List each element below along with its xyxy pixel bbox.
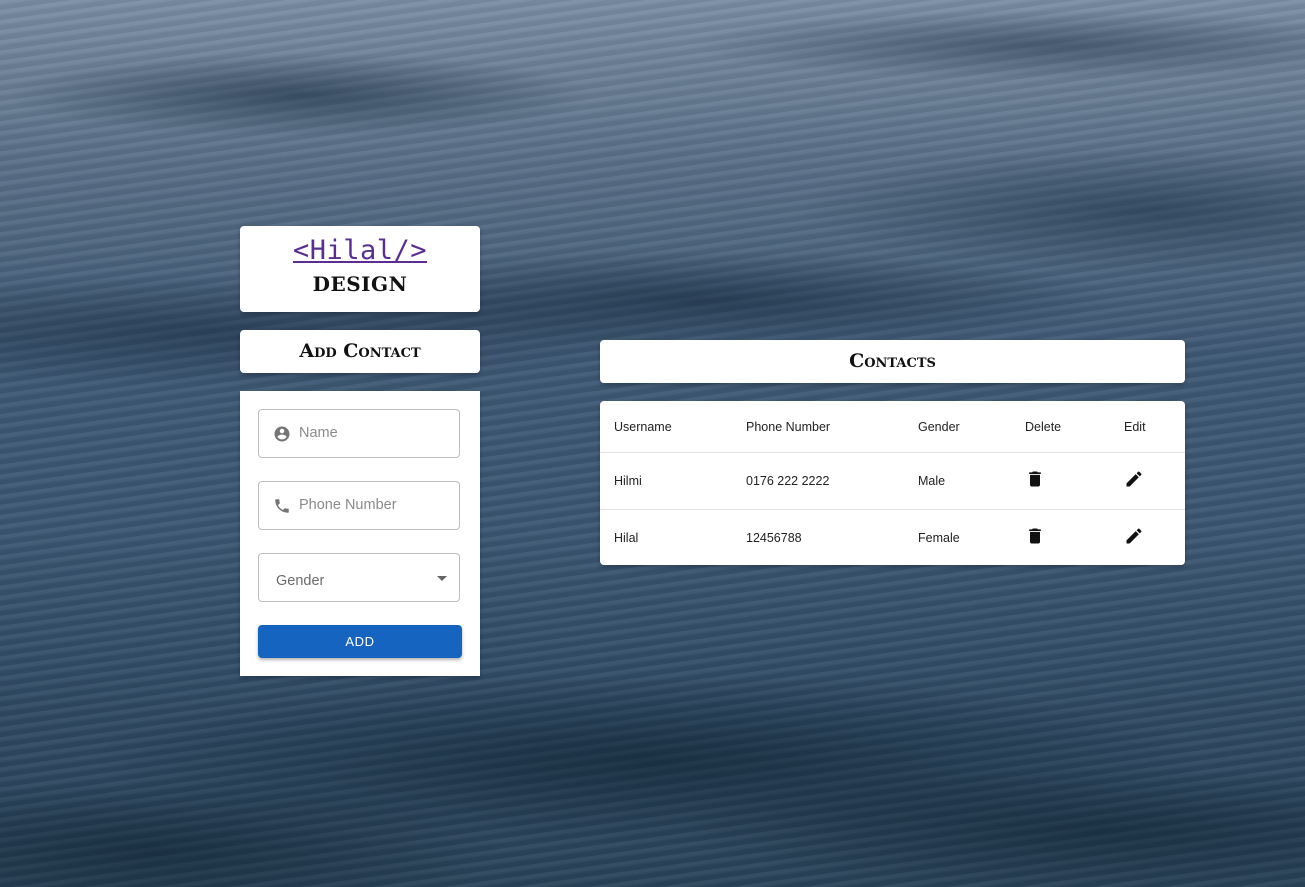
trash-icon[interactable]	[1025, 469, 1045, 489]
column-header-phone-number: Phone Number	[732, 401, 904, 453]
column-header-delete: Delete	[1011, 401, 1110, 453]
add-contact-heading: Add Contact	[240, 330, 480, 373]
cell-edit	[1110, 510, 1185, 567]
cell-gender: Male	[904, 452, 1011, 510]
gender-select[interactable]: Gender	[258, 553, 460, 602]
table-header-row: Username Phone Number Gender Delete Edit	[600, 401, 1185, 453]
cell-username: Hilal	[614, 531, 639, 545]
column-header-edit: Edit	[1110, 401, 1185, 453]
cell-delete	[1011, 510, 1110, 567]
cell-gender: Female	[918, 531, 960, 545]
logo-link[interactable]: <Hilal/>	[240, 235, 480, 266]
cell-phone: 12456788	[746, 531, 802, 545]
trash-icon[interactable]	[1025, 526, 1045, 546]
phone-icon	[275, 499, 289, 513]
add-button[interactable]: ADD	[258, 625, 462, 658]
contacts-table: Username Phone Number Gender Delete Edit…	[600, 401, 1185, 566]
table-row: Hilmi 0176 222 2222 Male	[600, 452, 1185, 510]
phone-number-field[interactable]: Phone Number	[258, 481, 460, 530]
cell-delete	[1011, 452, 1110, 510]
cell-username: Hilmi	[600, 452, 732, 510]
name-placeholder: Name	[299, 425, 338, 441]
column-header-username: Username	[600, 401, 732, 453]
logo-subtitle: DESIGN	[312, 272, 408, 296]
phone-number-placeholder: Phone Number	[299, 497, 397, 513]
logo-card: <Hilal/> DESIGN	[240, 226, 480, 312]
column-header-gender: Gender	[904, 401, 1011, 453]
chevron-down-icon[interactable]	[437, 576, 447, 581]
contacts-table-card: Username Phone Number Gender Delete Edit…	[600, 401, 1185, 565]
name-field[interactable]: Name	[258, 409, 460, 458]
gender-label: Gender	[276, 573, 325, 589]
pencil-icon[interactable]	[1124, 526, 1144, 546]
cell-edit	[1110, 452, 1185, 510]
pencil-icon[interactable]	[1124, 469, 1144, 489]
cell-phone: 0176 222 2222	[732, 452, 904, 510]
account-circle-icon	[274, 426, 290, 442]
table-row: Hilal 12456788 Female	[600, 510, 1185, 567]
contacts-heading: Contacts	[600, 340, 1185, 383]
add-contact-form: Name Phone Number Gender ADD	[240, 391, 480, 676]
